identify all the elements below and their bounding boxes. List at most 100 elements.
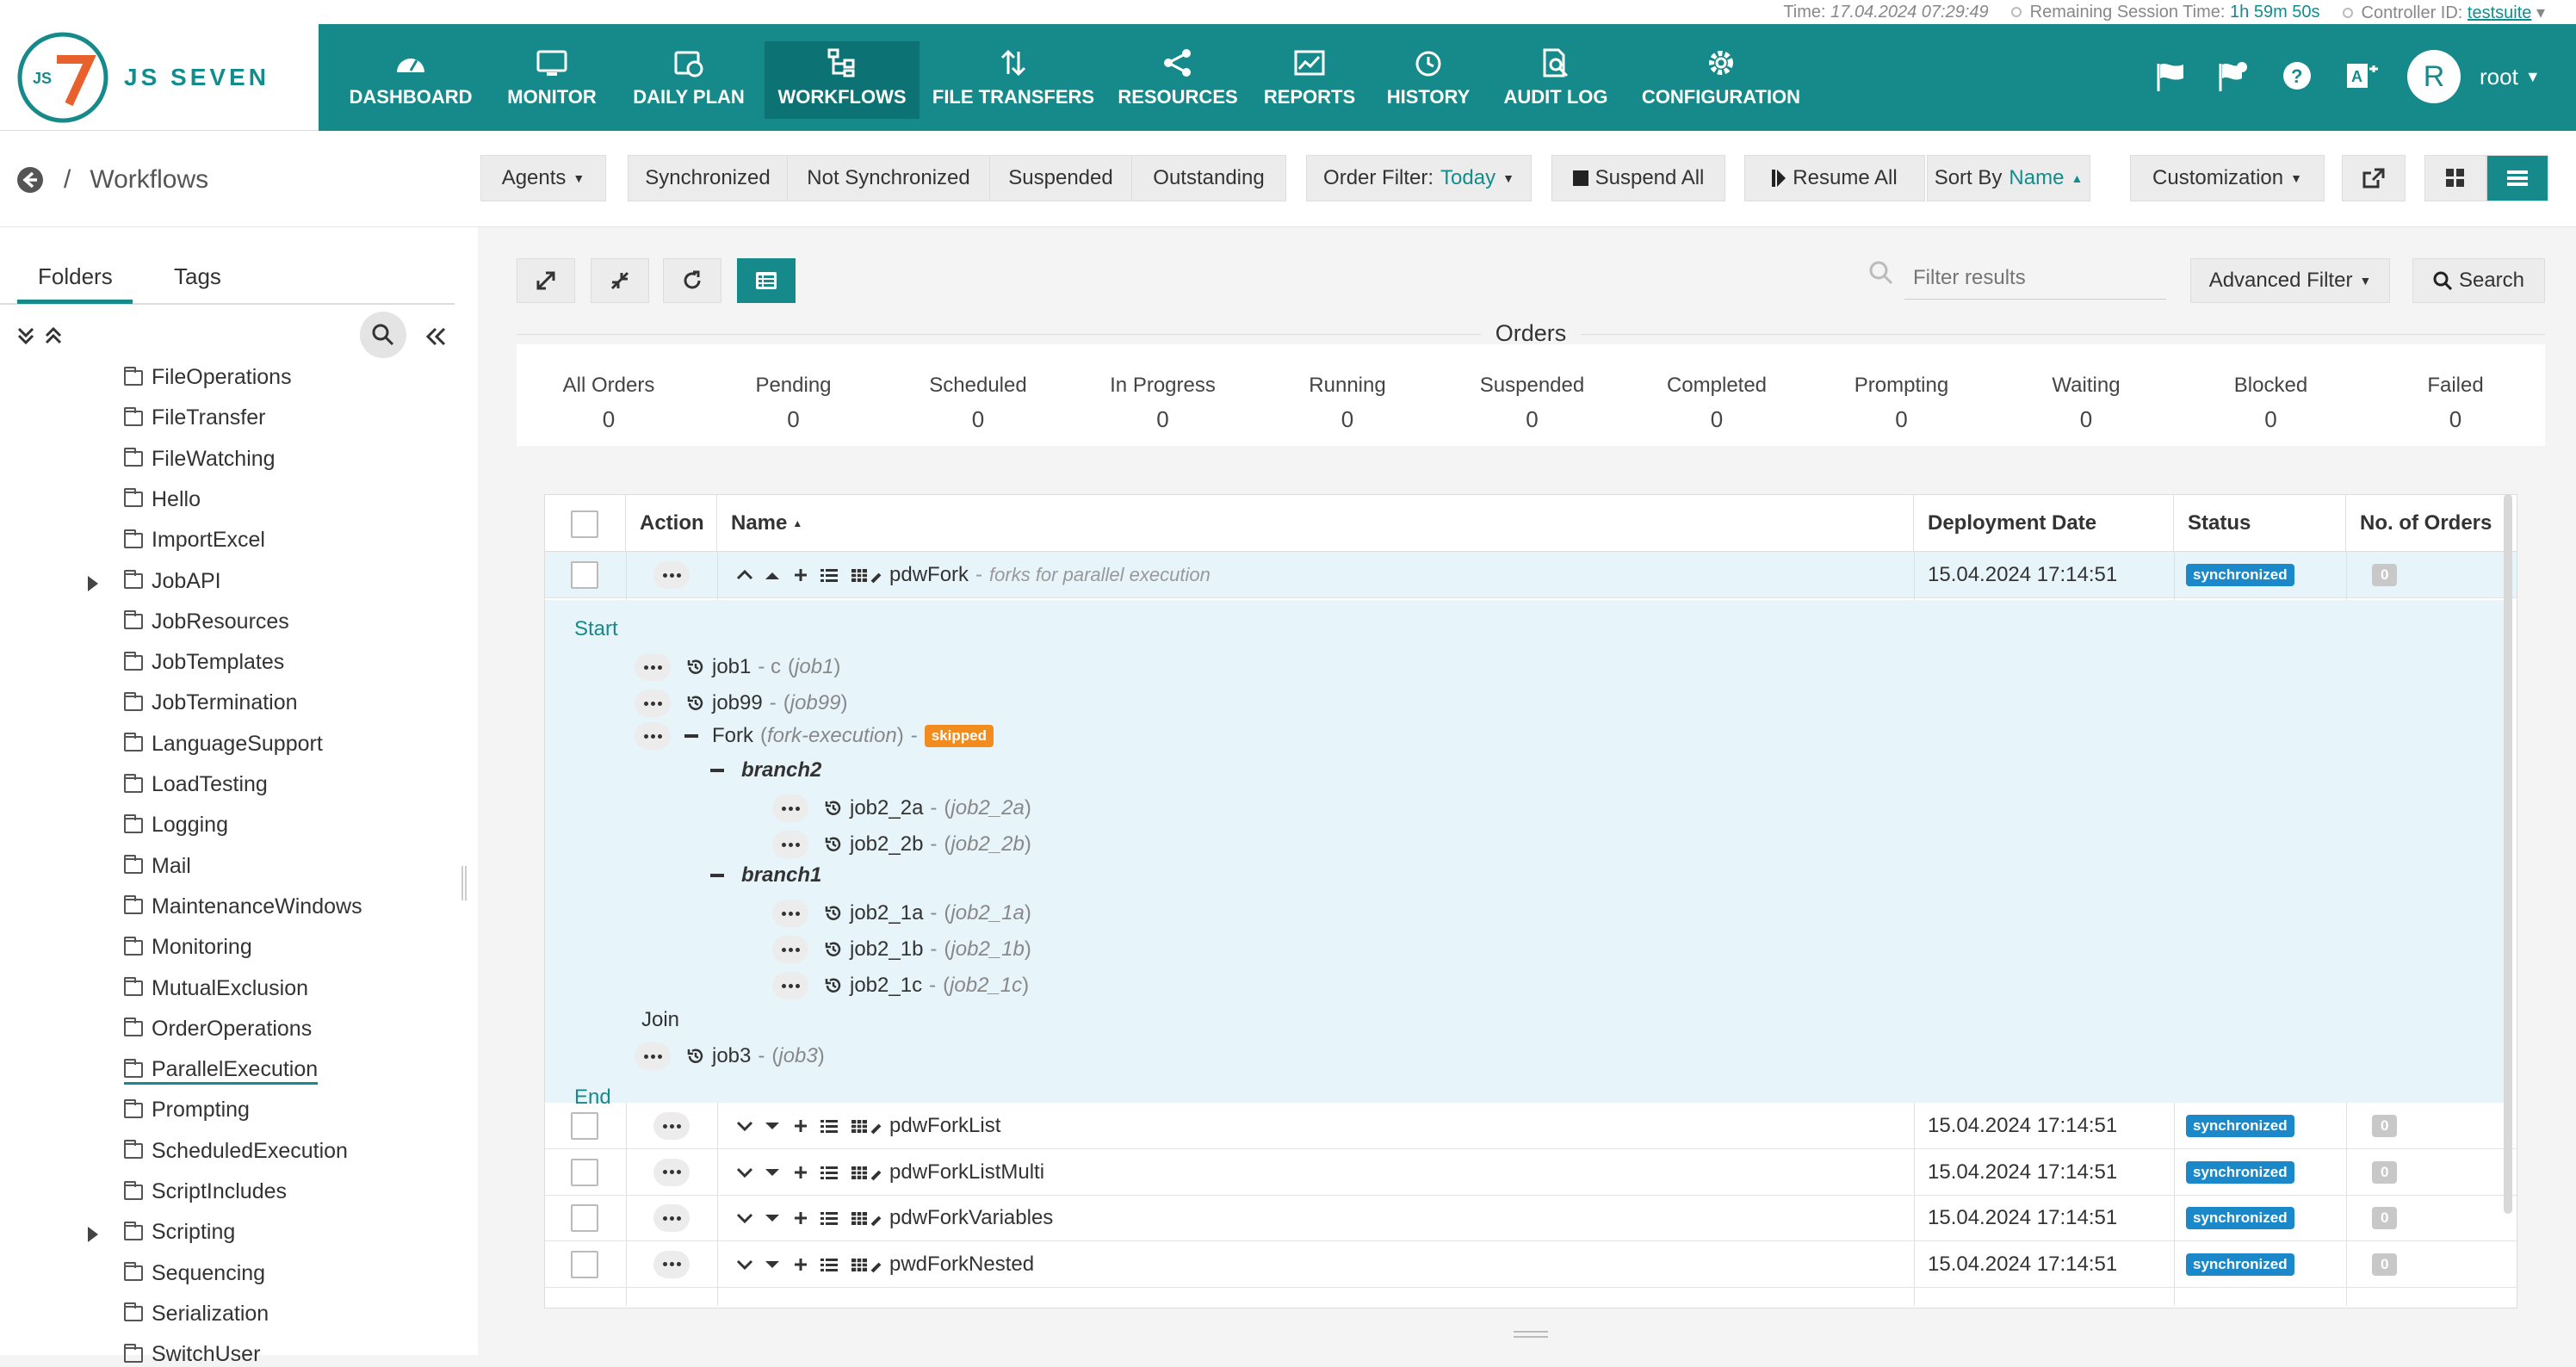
- job-action-menu[interactable]: [772, 972, 808, 999]
- help-icon[interactable]: ?: [2282, 60, 2313, 91]
- resize-handle[interactable]: [461, 866, 467, 900]
- folder-item[interactable]: ScriptIncludes: [124, 1179, 287, 1204]
- job-action-menu[interactable]: [635, 653, 671, 681]
- folder-item[interactable]: JobResources: [124, 609, 289, 634]
- folder-item[interactable]: Hello: [124, 487, 201, 512]
- header-name[interactable]: Name ▲: [717, 495, 1914, 552]
- folder-item[interactable]: LoadTesting: [124, 772, 268, 797]
- header-status[interactable]: Status: [2174, 495, 2346, 552]
- collapse-minus-icon[interactable]: [684, 734, 698, 738]
- suspended-filter-button[interactable]: Suspended: [989, 155, 1132, 201]
- order-count-running[interactable]: Running 0: [1266, 374, 1429, 433]
- search-button[interactable]: Search: [2412, 258, 2545, 303]
- workflow-name[interactable]: pdwFork: [889, 563, 969, 587]
- fork-node[interactable]: Fork (fork-execution) - skipped: [635, 722, 994, 750]
- select-all-checkbox[interactable]: [571, 510, 598, 538]
- nav-configuration[interactable]: CONFIGURATION: [1631, 41, 1811, 119]
- row-action-menu[interactable]: [653, 1158, 690, 1186]
- folder-item[interactable]: JobTermination: [124, 690, 298, 715]
- row-controls-icons[interactable]: [736, 565, 882, 585]
- expand-collapse-all-icon[interactable]: [17, 325, 62, 346]
- order-count-pending[interactable]: Pending 0: [712, 374, 876, 433]
- row-controls-icons[interactable]: [736, 1116, 882, 1136]
- order-count-suspended[interactable]: Suspended 0: [1451, 374, 1614, 433]
- job-node-job99[interactable]: job99- (job99): [635, 690, 847, 717]
- order-count-blocked[interactable]: Blocked 0: [2189, 374, 2353, 433]
- advanced-filter-dropdown[interactable]: Advanced Filter ▼: [2190, 258, 2390, 303]
- workflow-name[interactable]: pwdForkNested: [889, 1253, 1034, 1277]
- collapse-sidebar-icon[interactable]: [425, 327, 446, 346]
- table-scrollbar[interactable]: [2504, 494, 2512, 1214]
- sort-by-dropdown[interactable]: Sort By Name ▲: [1927, 155, 2090, 201]
- folder-item[interactable]: Serialization: [124, 1302, 269, 1327]
- row-controls-icons[interactable]: [736, 1162, 882, 1183]
- job-node-job1[interactable]: job1- c (job1): [635, 653, 840, 681]
- table-row[interactable]: pdwForkList 15.04.2024 17:14:51 synchroniz…: [545, 1103, 2517, 1149]
- nav-daily-plan[interactable]: DAILY PLAN: [623, 41, 754, 119]
- folder-item[interactable]: MaintenanceWindows: [124, 894, 362, 919]
- row-checkbox[interactable]: [571, 1112, 598, 1140]
- job-action-menu[interactable]: [772, 936, 808, 963]
- folder-item[interactable]: Monitoring: [124, 935, 252, 960]
- nav-history[interactable]: HISTORY: [1376, 41, 1481, 119]
- row-action-menu[interactable]: [653, 1204, 690, 1232]
- job-action-menu[interactable]: [635, 1042, 671, 1070]
- back-arrow-icon[interactable]: [15, 165, 45, 195]
- job-node-job2_2a[interactable]: job2_2a - (job2_2a): [772, 795, 1031, 822]
- collapse-minus-icon[interactable]: [710, 874, 724, 877]
- job-node-job3[interactable]: job3- (job3): [635, 1042, 825, 1070]
- job-action-menu[interactable]: [772, 795, 808, 822]
- folder-item[interactable]: Logging: [124, 813, 228, 838]
- folder-item[interactable]: OrderOperations: [124, 1017, 312, 1042]
- sidebar-search-button[interactable]: [360, 312, 406, 358]
- workflow-name[interactable]: pdwForkList: [889, 1114, 1000, 1138]
- nav-monitor[interactable]: MONITOR: [487, 41, 616, 119]
- workflow-name[interactable]: pdwForkVariables: [889, 1206, 1053, 1230]
- job-node-job2_2b[interactable]: job2_2b - (job2_2b): [772, 831, 1031, 858]
- job-node-job2_1c[interactable]: job2_1c - (job2_1c): [772, 972, 1029, 999]
- job-action-menu[interactable]: [772, 900, 808, 927]
- order-count-waiting[interactable]: Waiting 0: [2004, 374, 2168, 433]
- order-count-prompting[interactable]: Prompting 0: [1820, 374, 1984, 433]
- nav-workflows[interactable]: WORKFLOWS: [765, 41, 920, 119]
- tab-tags[interactable]: Tags: [174, 263, 221, 290]
- nav-audit-log[interactable]: AUDIT LOG: [1495, 41, 1617, 119]
- table-row[interactable]: pdwForkVariables 15.04.2024 17:14:51 synch…: [545, 1195, 2517, 1241]
- refresh-button[interactable]: [663, 258, 721, 303]
- row-controls-icons[interactable]: [736, 1254, 882, 1275]
- row-checkbox[interactable]: [571, 1204, 598, 1232]
- row-controls-icons[interactable]: [736, 1208, 882, 1228]
- logo[interactable]: JS JS SEVEN: [0, 24, 319, 131]
- folder-item[interactable]: JobAPI: [124, 569, 221, 594]
- nav-file-transfers[interactable]: FILE TRANSFERS: [932, 41, 1095, 119]
- expand-all-button[interactable]: [517, 258, 575, 303]
- folder-item[interactable]: ParallelExecution: [124, 1057, 319, 1086]
- list-view-button[interactable]: [2486, 155, 2548, 201]
- flag-settings-icon[interactable]: [2216, 60, 2249, 93]
- job-node-job2_1b[interactable]: job2_1b - (job2_1b): [772, 936, 1031, 963]
- tab-folders[interactable]: Folders: [38, 263, 113, 290]
- folder-item[interactable]: ScheduledExecution: [124, 1139, 348, 1164]
- outstanding-filter-button[interactable]: Outstanding: [1131, 155, 1286, 201]
- job-node-job2_1a[interactable]: job2_1a - (job2_1a): [772, 900, 1031, 927]
- folder-item[interactable]: Scripting: [124, 1220, 235, 1245]
- not-synchronized-filter-button[interactable]: Not Synchronized: [787, 155, 990, 201]
- resume-all-button[interactable]: Resume All: [1744, 155, 1925, 201]
- table-row[interactable]: pwdForkNested 15.04.2024 17:14:51 synchron…: [545, 1241, 2517, 1288]
- row-action-menu[interactable]: [653, 561, 690, 589]
- bottom-resize-handle[interactable]: [1514, 1331, 1548, 1338]
- agents-dropdown[interactable]: Agents ▼: [480, 155, 606, 201]
- folder-item[interactable]: LanguageSupport: [124, 732, 323, 757]
- order-count-in-progress[interactable]: In Progress 0: [1081, 374, 1245, 433]
- nav-dashboard[interactable]: DASHBOARD: [343, 41, 479, 119]
- list-mode-button[interactable]: [737, 258, 796, 303]
- row-action-menu[interactable]: [653, 1250, 690, 1278]
- expand-caret-icon[interactable]: [88, 575, 98, 591]
- customization-dropdown[interactable]: Customization ▼: [2130, 155, 2325, 201]
- job-action-menu[interactable]: [635, 690, 671, 717]
- folder-item[interactable]: FileWatching: [124, 447, 276, 472]
- flag-icon[interactable]: [2154, 60, 2187, 93]
- suspend-all-button[interactable]: Suspend All: [1551, 155, 1725, 201]
- order-count-failed[interactable]: Failed 0: [2374, 374, 2537, 433]
- workflow-name[interactable]: pdwForkListMulti: [889, 1160, 1044, 1185]
